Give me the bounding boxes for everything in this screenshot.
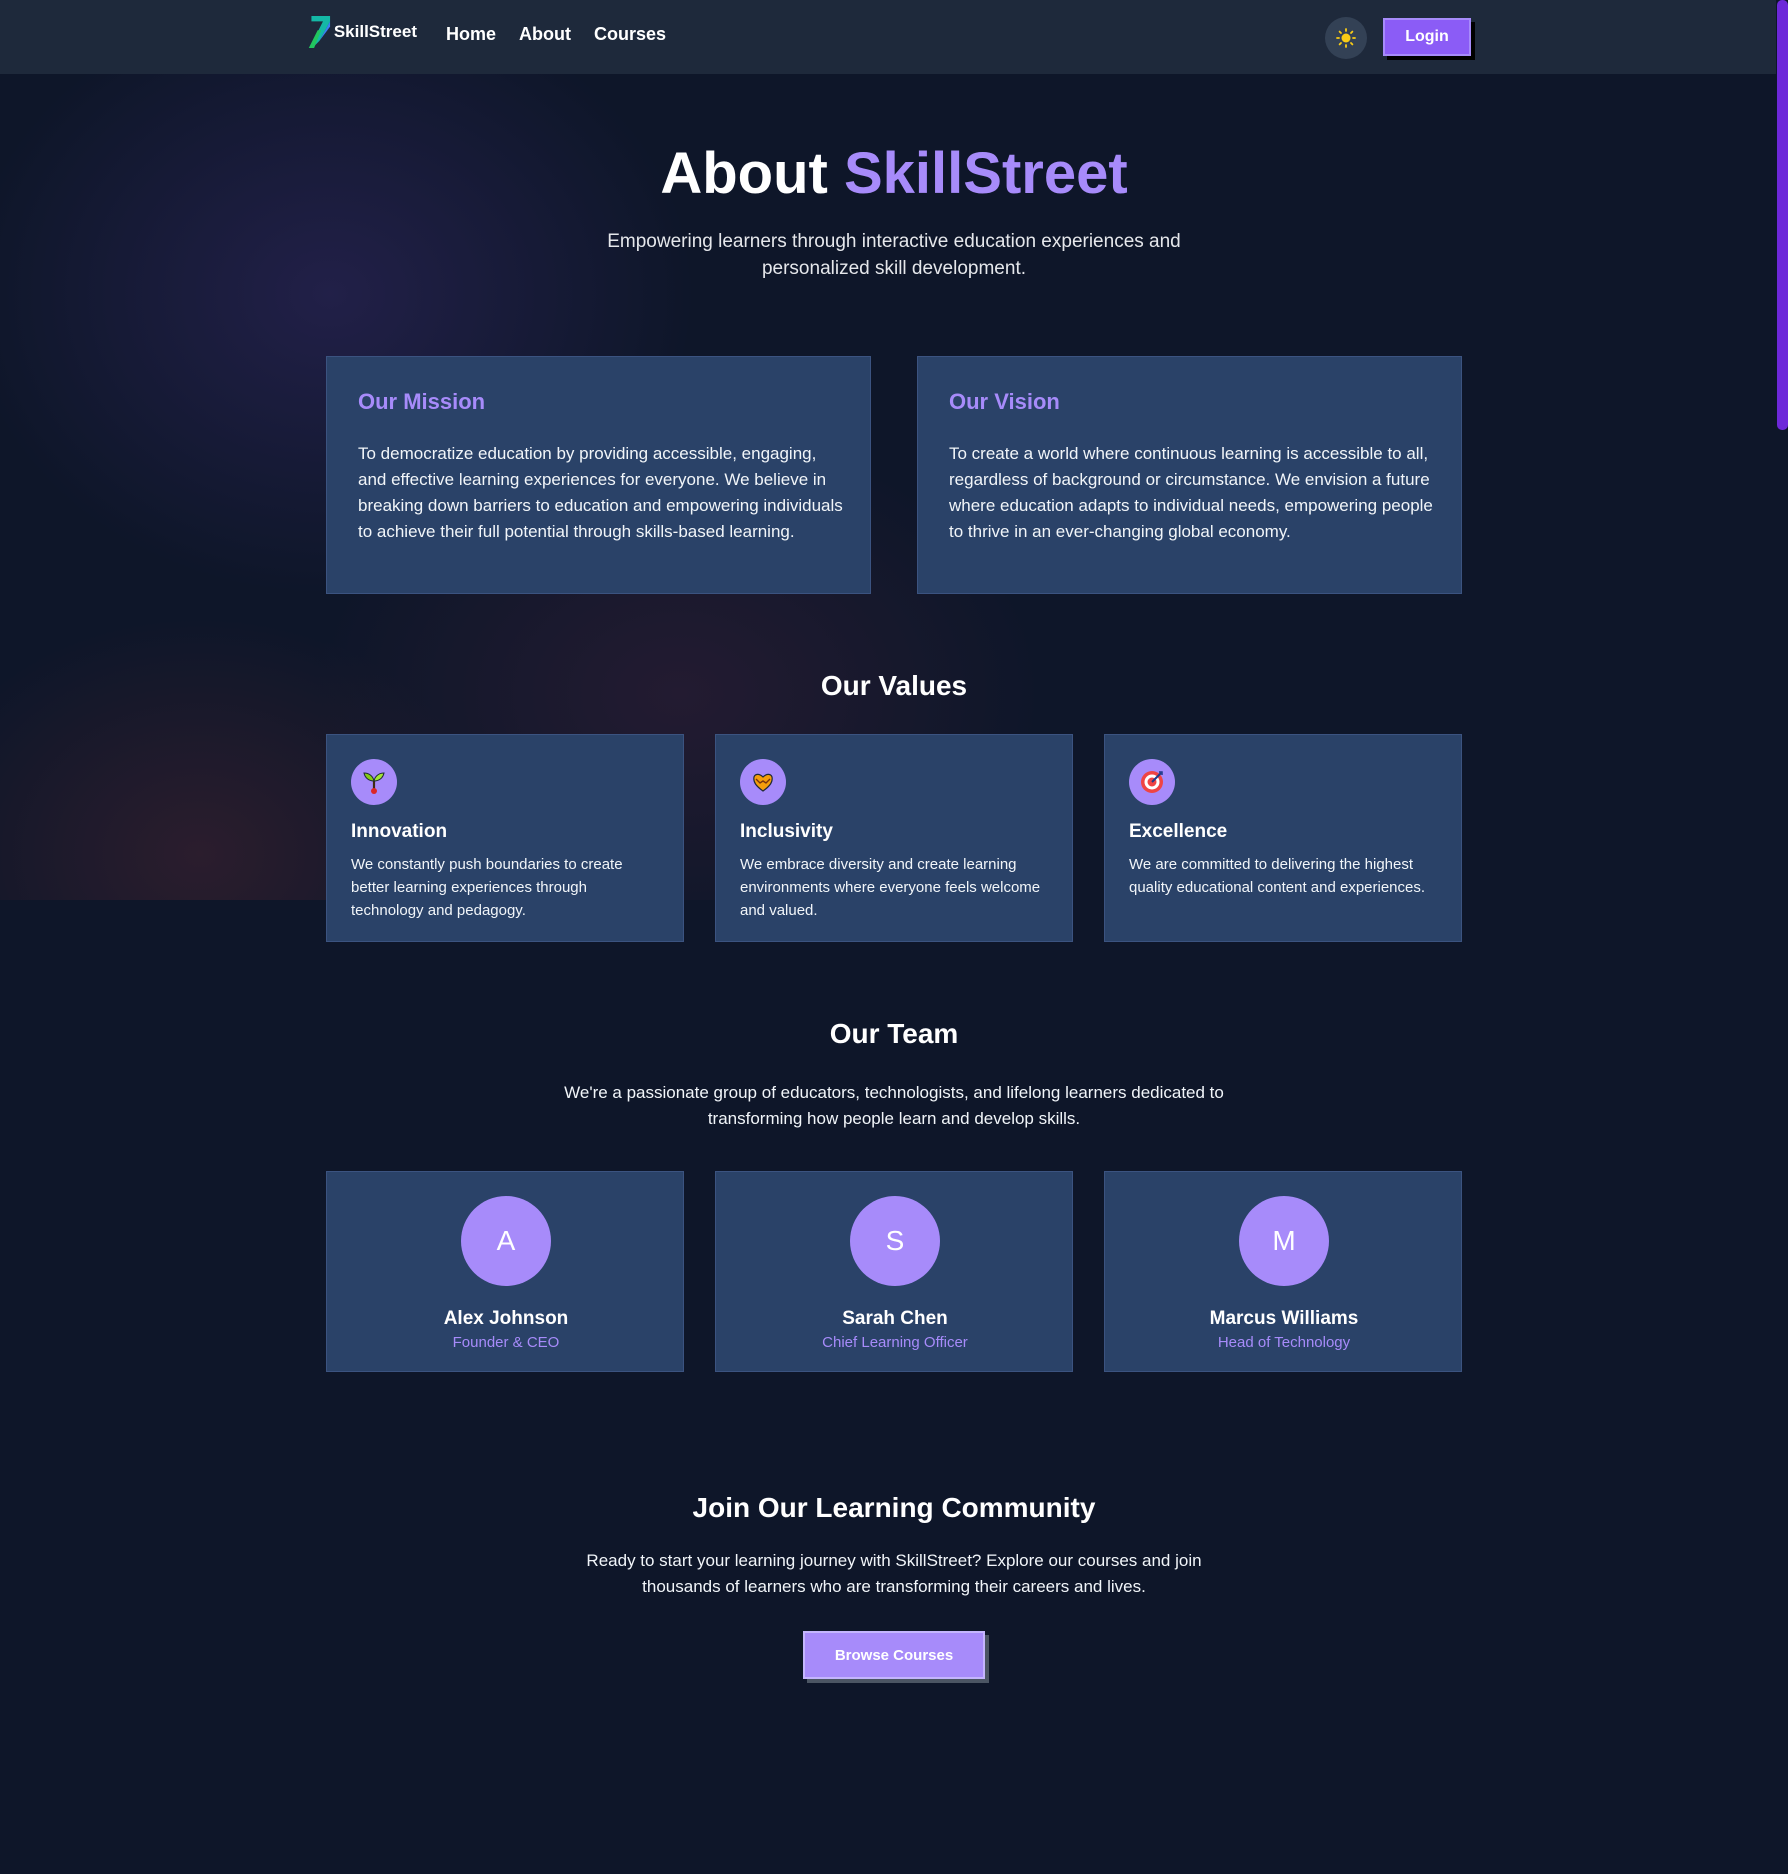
avatar: S: [850, 1196, 940, 1286]
theme-toggle-button[interactable]: [1325, 17, 1367, 59]
team-member-name: Alex Johnson: [443, 1308, 569, 1329]
logo[interactable]: SkillStreet: [307, 12, 417, 52]
community-title: Join Our Learning Community: [692, 1492, 1096, 1523]
value-title: Excellence: [1129, 821, 1228, 842]
value-card-inclusivity: Inclusivity We embrace diversity and cre…: [715, 734, 1073, 942]
top-nav: SkillStreet Home About Courses Login: [0, 0, 1776, 74]
value-title: Inclusivity: [740, 821, 833, 842]
team-member-role: Head of Technology: [1217, 1334, 1351, 1351]
team-card: M Marcus Williams Head of Technology: [1104, 1171, 1462, 1372]
nav-links: Home About Courses: [446, 24, 666, 45]
page-title-prefix: About: [660, 141, 828, 206]
team-card: S Sarah Chen Chief Learning Officer: [715, 1171, 1073, 1372]
avatar: A: [461, 1196, 551, 1286]
team-subtitle: We're a passionate group of educators, t…: [564, 1083, 1224, 1128]
team-member-role: Founder & CEO: [452, 1334, 560, 1351]
mission-card: Our Mission To democratize education by …: [326, 356, 871, 594]
heart-hands-icon: [740, 759, 786, 805]
vision-title: Our Vision: [949, 389, 1060, 414]
value-text: We embrace diversity and create learning…: [740, 856, 1041, 919]
team-card: A Alex Johnson Founder & CEO: [326, 1171, 684, 1372]
values-title: Our Values: [820, 670, 968, 701]
nav-link-home[interactable]: Home: [446, 24, 496, 45]
page-subtitle: Empowering learners through interactive …: [607, 231, 1181, 279]
page-title: About SkillStreet: [0, 140, 1788, 207]
scrollbar-thumb[interactable]: [1777, 0, 1788, 430]
target-icon: [1129, 759, 1175, 805]
team-member-name: Marcus Williams: [1209, 1308, 1359, 1329]
value-text: We constantly push boundaries to create …: [351, 856, 623, 919]
community-text: Ready to start your learning journey wit…: [586, 1551, 1202, 1596]
page-title-accent: SkillStreet: [843, 141, 1128, 206]
team-title: Our Team: [829, 1018, 959, 1049]
avatar: M: [1239, 1196, 1329, 1286]
login-button[interactable]: Login: [1383, 18, 1471, 56]
mission-title: Our Mission: [358, 389, 486, 414]
logo-icon: [308, 16, 331, 48]
vision-text: To create a world where continuous learn…: [949, 444, 1433, 541]
value-title: Innovation: [351, 821, 448, 842]
value-card-excellence: Excellence We are committed to deliverin…: [1104, 734, 1462, 942]
team-member-role: Chief Learning Officer: [822, 1334, 968, 1351]
value-card-innovation: Innovation We constantly push boundaries…: [326, 734, 684, 942]
logo-text: SkillStreet: [333, 22, 417, 41]
team-member-name: Sarah Chen: [842, 1308, 948, 1329]
nav-link-courses[interactable]: Courses: [594, 24, 666, 45]
mission-text: To democratize education by providing ac…: [358, 444, 843, 541]
sun-icon: [1336, 28, 1356, 48]
value-text: We are committed to delivering the highe…: [1129, 856, 1426, 896]
nav-link-about[interactable]: About: [519, 24, 571, 45]
browse-courses-button[interactable]: Browse Courses: [803, 1631, 985, 1679]
seedling-icon: [351, 759, 397, 805]
about-page: SkillStreet Home About Courses Login Abo…: [0, 0, 1788, 1874]
vision-card: Our Vision To create a world where conti…: [917, 356, 1462, 594]
